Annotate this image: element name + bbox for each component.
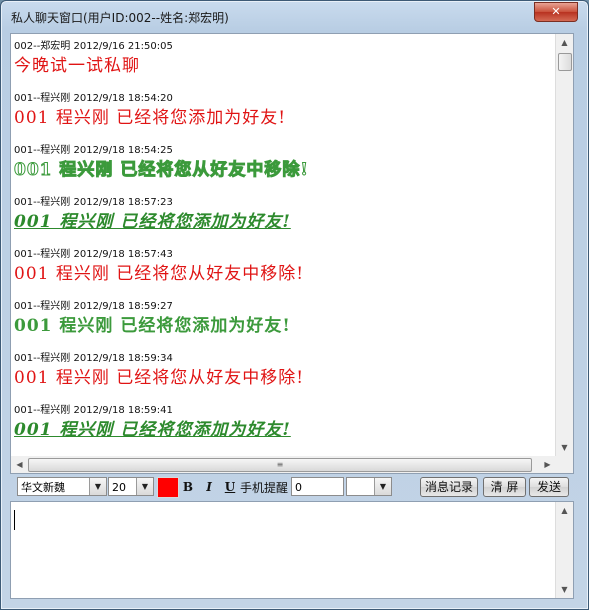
message-item: 001--程兴刚 2012/9/18 18:59:41 001 程兴刚 已经将您… (14, 404, 554, 456)
scroll-down-icon[interactable]: ▼ (556, 581, 573, 598)
vertical-scrollbar[interactable]: ▲ ▼ (555, 34, 573, 456)
scroll-up-icon[interactable]: ▲ (556, 34, 573, 51)
message-meta: 001--程兴刚 2012/9/18 18:59:41 (14, 405, 173, 416)
close-button[interactable]: ✕ (534, 2, 578, 22)
message-text: 001 程兴刚 已经将您从好友中移除! (14, 264, 305, 284)
message-item: 002--郑宏明 2012/9/16 21:50:05 今晚试一试私聊 (14, 40, 554, 92)
message-text: 001 程兴刚 已经将您添加为好友! (14, 316, 291, 336)
message-text: 001 程兴刚 已经将您从好友中移除! (14, 160, 309, 181)
input-vertical-scrollbar[interactable]: ▲ ▼ (555, 502, 573, 598)
message-meta: 002--郑宏明 2012/9/16 21:50:05 (14, 41, 173, 52)
message-text: 001 程兴刚 已经将您添加为好友! (14, 420, 291, 440)
scroll-up-icon[interactable]: ▲ (556, 502, 573, 519)
scroll-left-icon[interactable]: ◀ (11, 456, 28, 473)
scroll-thumb[interactable] (558, 53, 572, 71)
scroll-down-icon[interactable]: ▼ (556, 439, 573, 456)
message-meta: 001--程兴刚 2012/9/18 18:54:20 (14, 93, 173, 104)
horizontal-scroll-thumb[interactable]: ≡ (28, 458, 532, 472)
font-select[interactable]: 华文新魏 ▼ (17, 477, 107, 496)
italic-button[interactable]: I (201, 479, 217, 495)
message-item: 001--程兴刚 2012/9/18 18:54:25 001 程兴刚 已经将您… (14, 144, 554, 196)
scroll-right-icon[interactable]: ▶ (539, 456, 556, 473)
message-item: 001--程兴刚 2012/9/18 18:59:34 001 程兴刚 已经将您… (14, 352, 554, 404)
message-item: 001--程兴刚 2012/9/18 18:59:27 001 程兴刚 已经将您… (14, 300, 554, 352)
message-text: 001 程兴刚 已经将您从好友中移除! (14, 368, 305, 388)
message-meta: 001--程兴刚 2012/9/18 18:57:43 (14, 249, 173, 260)
message-text: 001 程兴刚 已经将您添加为好友! (14, 212, 291, 232)
message-text: 今晚试一试私聊 (14, 56, 140, 76)
send-button[interactable]: 发送 (529, 477, 569, 497)
message-meta: 001--程兴刚 2012/9/18 18:54:25 (14, 145, 173, 156)
message-item: 001--程兴刚 2012/9/18 18:57:43 001 程兴刚 已经将您… (14, 248, 554, 300)
horizontal-scrollbar[interactable]: ◀ ≡ ▶ (10, 456, 574, 474)
font-select-value: 华文新魏 (21, 481, 65, 494)
message-meta: 001--程兴刚 2012/9/18 18:59:34 (14, 353, 173, 364)
message-meta: 001--程兴刚 2012/9/18 18:59:27 (14, 301, 173, 312)
mobile-remind-label: 手机提醒 (240, 481, 289, 495)
message-item: 001--程兴刚 2012/9/18 18:57:23 001 程兴刚 已经将您… (14, 196, 554, 248)
font-size-value: 20 (112, 481, 126, 494)
message-meta: 001--程兴刚 2012/9/18 18:57:23 (14, 197, 173, 208)
mobile-remind-value: 0 (295, 481, 302, 494)
text-color-button[interactable] (157, 477, 179, 498)
title-bar[interactable]: 私人聊天窗口(用户ID:002--姓名:郑宏明) ✕ (1, 1, 588, 31)
message-text: 001 程兴刚 已经将您添加为好友! (14, 108, 287, 128)
chevron-down-icon[interactable]: ▼ (89, 478, 106, 495)
chevron-down-icon[interactable]: ▼ (374, 478, 391, 495)
chevron-down-icon[interactable]: ▼ (136, 478, 153, 495)
message-history-panel[interactable]: 002--郑宏明 2012/9/16 21:50:05 今晚试一试私聊 001-… (10, 33, 574, 457)
message-list: 002--郑宏明 2012/9/16 21:50:05 今晚试一试私聊 001-… (14, 40, 554, 456)
underline-button[interactable]: U (222, 479, 238, 495)
mobile-select[interactable]: ▼ (346, 477, 392, 496)
window-title: 私人聊天窗口(用户ID:002--姓名:郑宏明) (11, 11, 229, 25)
format-toolbar: 华文新魏 ▼ 20 ▼ B I U 手机提醒 0 ▼ 消息记录 清 屏 发送 (10, 475, 572, 499)
message-input[interactable]: ▲ ▼ (10, 501, 574, 599)
mobile-remind-input[interactable]: 0 (291, 477, 344, 496)
bold-button[interactable]: B (180, 479, 196, 495)
message-history-button[interactable]: 消息记录 (420, 477, 478, 497)
text-caret (14, 510, 15, 530)
chat-window: 私人聊天窗口(用户ID:002--姓名:郑宏明) ✕ 002--郑宏明 2012… (0, 0, 589, 610)
clear-screen-button[interactable]: 清 屏 (483, 477, 526, 497)
message-item: 001--程兴刚 2012/9/18 18:54:20 001 程兴刚 已经将您… (14, 92, 554, 144)
font-size-select[interactable]: 20 ▼ (108, 477, 154, 496)
